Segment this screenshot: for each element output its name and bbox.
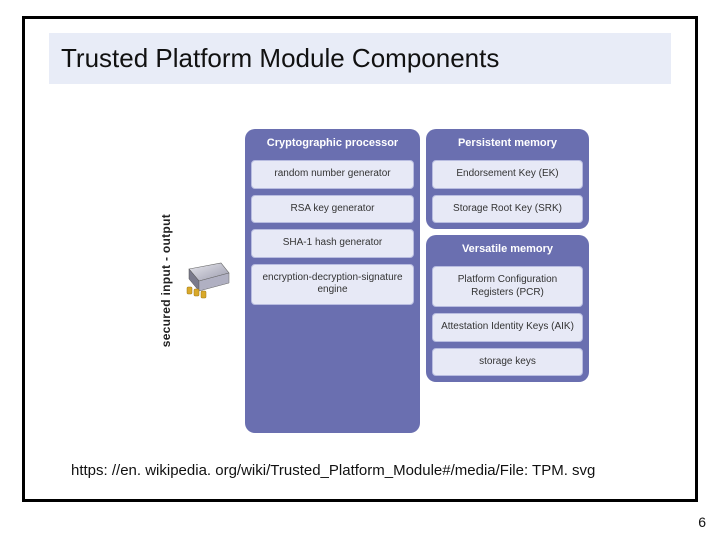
- page-number: 6: [698, 514, 706, 530]
- diagram-cell: storage keys: [432, 348, 583, 377]
- crypto-processor-column: Cryptographic processor random number ge…: [245, 129, 420, 433]
- memory-column-stack: Persistent memory Endorsement Key (EK) S…: [426, 129, 589, 433]
- tpm-diagram: secured input - output Cryptographic p: [157, 129, 589, 433]
- diagram-cell: Endorsement Key (EK): [432, 160, 583, 189]
- column-header: Versatile memory: [432, 241, 583, 260]
- tpm-chip-icon: [179, 259, 233, 303]
- diagram-cell: SHA-1 hash generator: [251, 229, 414, 258]
- column-header: Cryptographic processor: [251, 135, 414, 154]
- diagram-cell: Storage Root Key (SRK): [432, 195, 583, 224]
- page-title: Trusted Platform Module Components: [49, 33, 671, 84]
- diagram-cell: RSA key generator: [251, 195, 414, 224]
- slide-frame: Trusted Platform Module Components secur…: [22, 16, 698, 502]
- persistent-memory-column: Persistent memory Endorsement Key (EK) S…: [426, 129, 589, 229]
- secured-io-label: secured input - output: [157, 214, 175, 347]
- diagram-cell: Attestation Identity Keys (AIK): [432, 313, 583, 342]
- diagram-cell: random number generator: [251, 160, 414, 189]
- source-url: https: //en. wikipedia. org/wiki/Trusted…: [71, 462, 595, 479]
- versatile-memory-column: Versatile memory Platform Configuration …: [426, 235, 589, 382]
- column-header: Persistent memory: [432, 135, 583, 154]
- diagram-cell: encryption-decryption-signature engine: [251, 264, 414, 305]
- diagram-cell: Platform Configuration Registers (PCR): [432, 266, 583, 307]
